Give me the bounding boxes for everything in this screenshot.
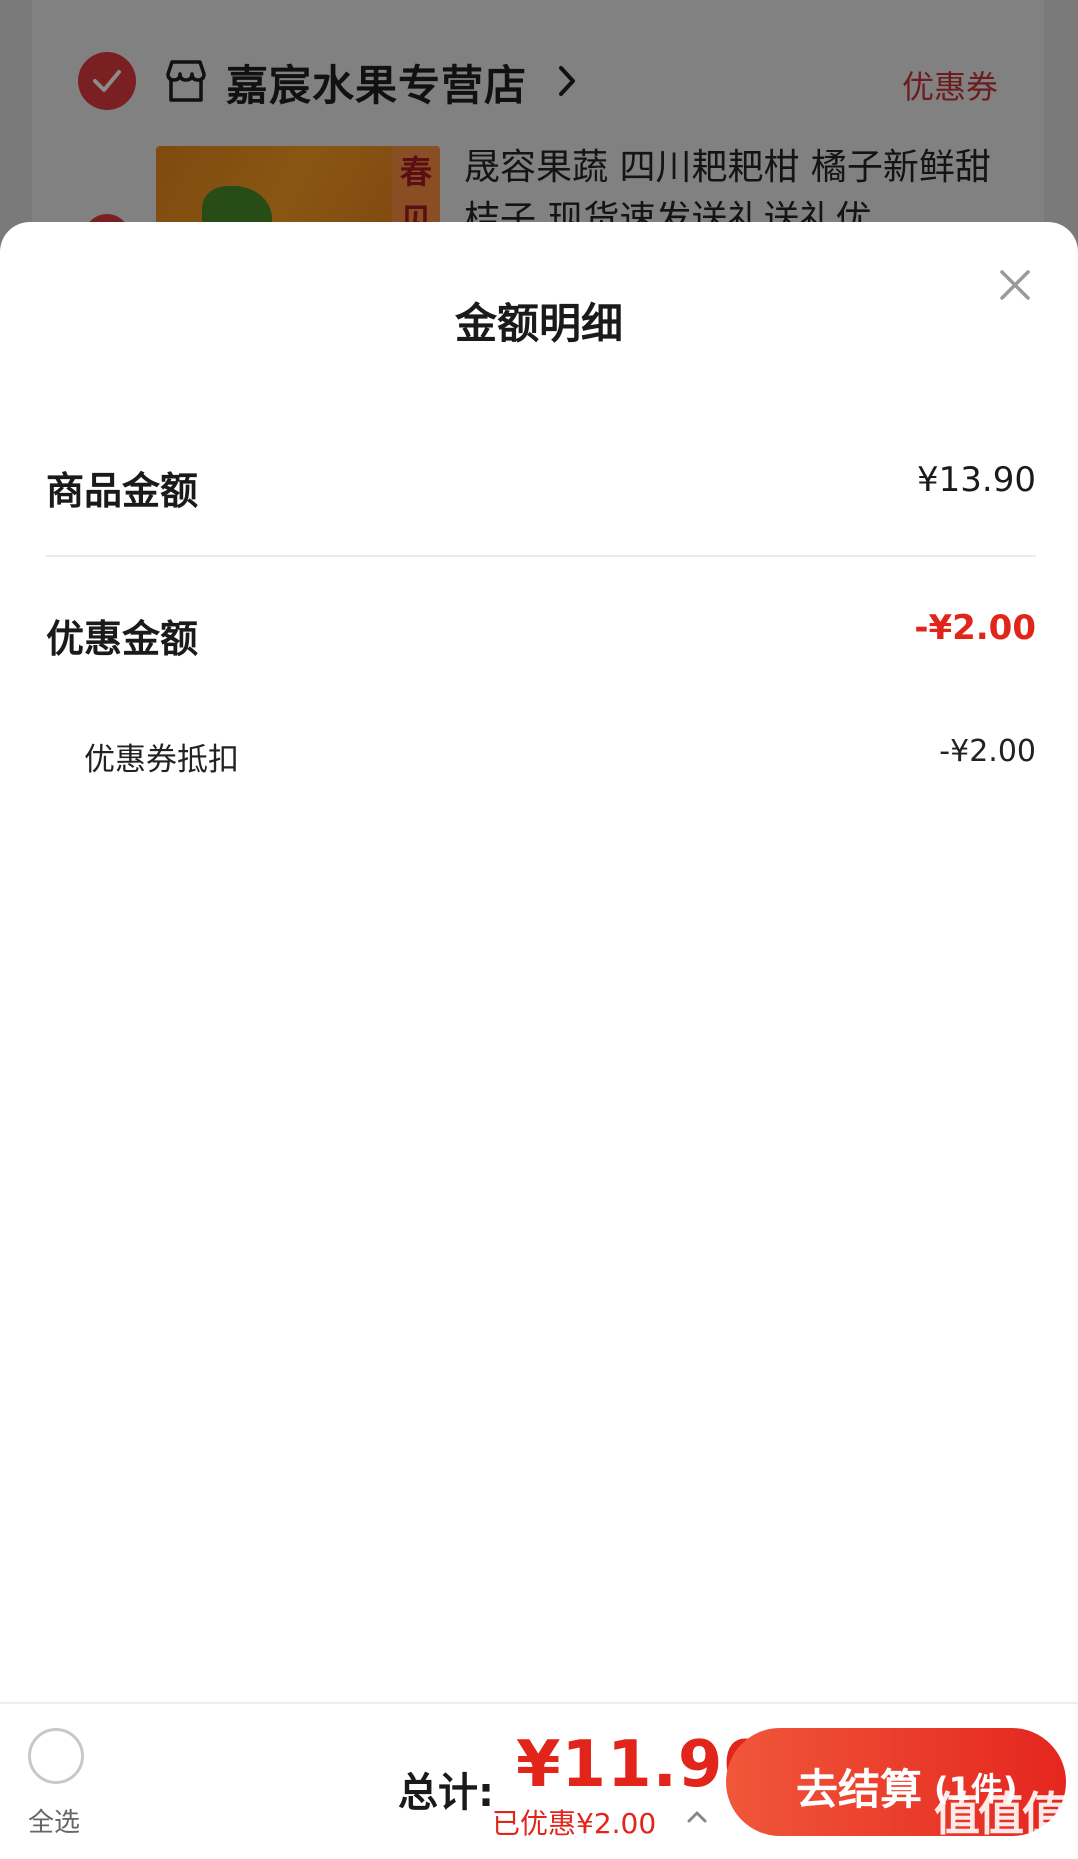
chevron-right-icon[interactable] — [556, 64, 578, 98]
product-badge-char-1: 春 — [399, 153, 432, 191]
check-icon — [93, 70, 121, 92]
goods-amount-value: ¥13.90 — [917, 460, 1036, 500]
select-all-label[interactable]: 全选 — [28, 1802, 80, 1839]
checkout-bar: 全选 总计: ¥11.90 已优惠¥2.00 去结算 (1件) — [0, 1702, 1078, 1859]
goods-amount-label: 商品金额 — [46, 469, 199, 513]
store-select-checkbox[interactable] — [78, 52, 136, 110]
checkout-button-label: 去结算 — [796, 1765, 923, 1814]
close-icon[interactable] — [994, 264, 1036, 306]
total-label: 总计: — [398, 1770, 494, 1816]
coupon-deduct-value: -¥2.00 — [939, 734, 1036, 769]
watermark-main: 值值值 — [934, 1787, 1068, 1841]
goods-amount-row: 商品金额 ¥13.90 — [46, 460, 1036, 513]
cart-screen: 嘉宸水果专营店 优惠券 春 见 晟容果蔬 四川耙耙柑 橘子新鲜甜桔子 现货速发送… — [0, 0, 1078, 1859]
discount-amount-label: 优惠金额 — [46, 617, 199, 661]
amount-detail-sheet: 金额明细 商品金额 ¥13.90 优惠金额 -¥2.00 优惠券抵扣 -¥2.0… — [0, 222, 1078, 1702]
watermark-logo: 值值值 zhizhizhi.com — [934, 1778, 1074, 1859]
coupon-deduct-label: 优惠券抵扣 — [84, 742, 239, 778]
discount-amount-row: 优惠金额 -¥2.00 — [46, 608, 1036, 661]
shop-icon — [166, 60, 206, 102]
chevron-up-icon[interactable] — [686, 1810, 708, 1824]
divider — [46, 555, 1036, 557]
store-name[interactable]: 嘉宸水果专营店 — [226, 52, 527, 113]
sheet-title: 金额明细 — [454, 299, 623, 348]
store-coupon-link[interactable]: 优惠券 — [902, 62, 998, 108]
coupon-deduct-row: 优惠券抵扣 -¥2.00 — [84, 734, 1036, 778]
saved-amount-toggle[interactable]: 已优惠¥2.00 — [492, 1802, 656, 1842]
watermark-url: zhizhizhi.com — [934, 1838, 1070, 1859]
select-all-checkbox[interactable] — [28, 1728, 84, 1784]
discount-amount-value: -¥2.00 — [914, 608, 1036, 648]
cart-background[interactable]: 嘉宸水果专营店 优惠券 春 见 晟容果蔬 四川耙耙柑 橘子新鲜甜桔子 现货速发送… — [0, 0, 1078, 260]
